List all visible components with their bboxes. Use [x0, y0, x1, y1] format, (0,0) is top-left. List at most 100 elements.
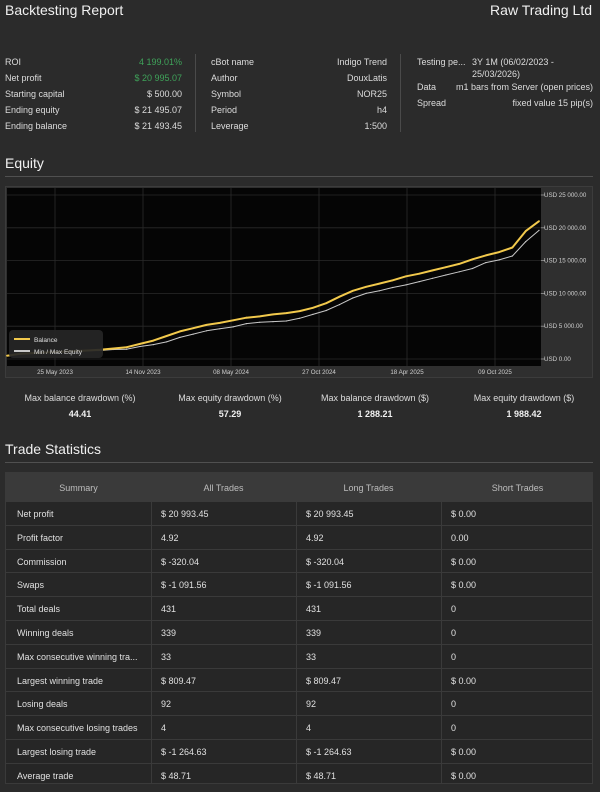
equity-point: [139, 345, 141, 348]
equity-point: [378, 290, 380, 292]
bot-panel: cBot name Indigo Trend Author DouxLatis …: [211, 55, 387, 135]
report-title: Backtesting Report: [5, 2, 124, 18]
bot-label: Author: [211, 73, 238, 83]
bot-row-author: Author DouxLatis: [211, 71, 387, 87]
table-row: Winning deals 339 339 0: [6, 619, 592, 644]
trade-statistics-heading: Trade Statistics: [5, 441, 101, 457]
table-cell: $ 0.00: [451, 675, 477, 686]
y-tick-label: USD 10 000.00: [544, 290, 587, 297]
balance-point: [524, 230, 527, 232]
summary-row-roi: ROI 4 199.01%: [5, 55, 182, 71]
x-tick-label: 08 May 2024: [213, 369, 249, 376]
table-cell: Losing deals: [17, 699, 68, 710]
equity-point: [219, 328, 221, 330]
x-tick-label: 27 Oct 2024: [302, 369, 336, 376]
table-cell: $ -1 264.63: [306, 746, 352, 757]
table-cell: Average trade: [17, 770, 74, 781]
bot-value: Indigo Trend: [336, 57, 387, 67]
equity-point: [338, 304, 341, 306]
table-row: Max consecutive winning tra... 33 33 0: [6, 643, 592, 668]
equity-point: [525, 241, 527, 243]
table-cell: 0: [451, 651, 457, 662]
table-row: Total deals 431 431 0: [6, 596, 592, 620]
table-cell: 339: [161, 627, 177, 638]
drawdown-value: 1 988.42: [506, 409, 542, 419]
bot-row-period: Period h4: [211, 103, 387, 119]
balance-point: [511, 246, 514, 249]
balance-point: [112, 347, 115, 350]
summary-row-starting-capital: Starting capital $ 500.00: [5, 87, 182, 103]
table-row: Losing deals 92 92 0: [6, 691, 592, 715]
testing-label: Testing pe...: [417, 57, 466, 67]
table-cell: 0: [451, 699, 457, 710]
bot-label: Period: [211, 105, 238, 115]
drawdown-label: Max equity drawdown ($): [473, 393, 575, 403]
table-row: Average trade $ 48.71 $ 48.71 $ 0.00: [6, 762, 592, 787]
table-cell: 4.92: [161, 532, 179, 543]
equity-point: [392, 286, 394, 289]
bot-row-name: cBot name Indigo Trend: [211, 55, 387, 71]
table-header-cell: All Trades: [203, 483, 244, 493]
table-cell: 33: [161, 651, 172, 662]
equity-point: [405, 284, 407, 286]
table-cell: 0: [451, 604, 457, 615]
balance-point: [298, 310, 301, 312]
equity-point: [245, 323, 247, 325]
table-cell: $ -320.04: [161, 556, 200, 567]
balance-point: [6, 354, 8, 357]
balance-point: [351, 289, 354, 292]
table-header-cell: Summary: [59, 483, 98, 493]
y-tick-label: USD 20 000.00: [544, 225, 587, 232]
table-cell: 4: [161, 723, 167, 734]
summary-value: $ 20 995.07: [134, 73, 182, 83]
balance-point: [245, 316, 248, 319]
balance-point: [285, 312, 288, 314]
table-cell: $ 48.71: [161, 770, 192, 781]
table-cell: $ 809.47: [306, 675, 342, 686]
summary-label: Starting capital: [5, 89, 65, 99]
testing-label: Data: [417, 82, 437, 92]
bot-row-leverage: Leverage 1:500: [211, 119, 387, 135]
company-name: Raw Trading Ltd: [490, 2, 592, 18]
table-cell: Max consecutive losing trades: [17, 723, 138, 734]
drawdown-max-balance-usd: Max balance drawdown ($) 1 288.21: [300, 393, 450, 419]
table-row: Swaps $ -1 091.56 $ -1 091.56 $ 0.00: [6, 572, 592, 596]
equity-point: [418, 281, 420, 283]
balance-point: [445, 266, 447, 269]
testing-row-period: Testing pe... 3Y 1M (06/02/2023 - 25/03/…: [417, 55, 593, 80]
testing-panel: Testing pe... 3Y 1M (06/02/2023 - 25/03/…: [417, 55, 593, 112]
equity-point: [192, 333, 194, 335]
summary-value: 4 199.01%: [138, 57, 182, 67]
table-cell: 92: [306, 699, 317, 710]
y-tick-label: USD 5 000.00: [544, 323, 583, 330]
column-divider: [195, 54, 196, 132]
section-divider: [5, 176, 593, 177]
chart-legend: Balance Min / Max Equity: [9, 330, 103, 358]
drawdown-max-equity-usd: Max equity drawdown ($) 1 988.42: [449, 393, 599, 419]
table-cell: 0: [451, 627, 457, 638]
x-tick-label: 14 Nov 2023: [125, 369, 161, 376]
drawdown-label: Max equity drawdown (%): [178, 393, 282, 403]
balance-point: [218, 322, 221, 324]
drawdown-label: Max balance drawdown ($): [320, 393, 430, 403]
equity-point: [299, 317, 301, 319]
equity-point: [511, 255, 513, 257]
testing-value: m1 bars from Server (open prices): [455, 82, 593, 92]
equity-point: [205, 330, 208, 332]
x-tick-label: 25 May 2023: [37, 369, 73, 376]
summary-value: $ 21 495.07: [134, 105, 182, 115]
table-cell: 339: [306, 627, 322, 638]
table-cell: 0: [451, 723, 457, 734]
equity-chart[interactable]: USD 25 000.00 USD 20 000.00 USD 15 000.00 U…: [5, 186, 593, 378]
table-cell: $ 0.00: [451, 746, 477, 757]
equity-point: [259, 321, 261, 323]
balance-point: [378, 282, 381, 285]
table-cell: 92: [161, 699, 172, 710]
table-cell: $ 809.47: [161, 675, 197, 686]
y-axis-labels: USD 25 000.00 USD 20 000.00 USD 15 000.00 U…: [544, 192, 587, 363]
drawdown-value: 1 288.21: [357, 409, 393, 419]
table-row: Max consecutive losing trades 4 4 0: [6, 715, 592, 739]
bot-value: 1:500: [364, 121, 387, 131]
equity-point: [152, 344, 154, 346]
trade-statistics-table: Summary All Trades Long Trades Short Tra…: [5, 472, 593, 784]
